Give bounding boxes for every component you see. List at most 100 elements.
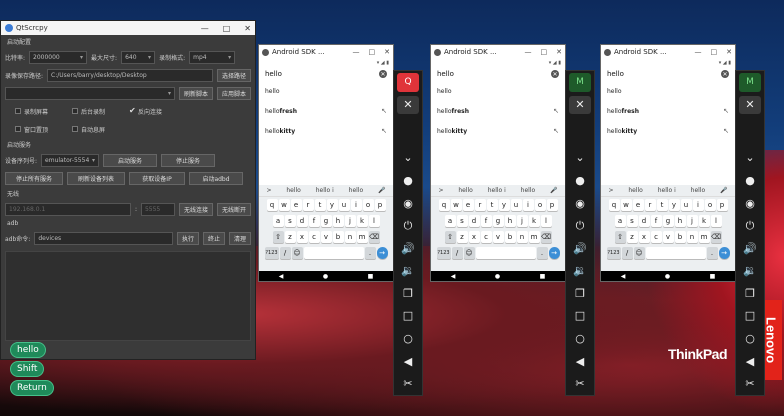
arrow-icon[interactable]: ↖ <box>381 107 387 115</box>
key[interactable]: b <box>674 231 686 243</box>
key[interactable]: g <box>320 215 332 227</box>
key[interactable]: b <box>332 231 344 243</box>
key[interactable]: c <box>308 231 320 243</box>
key[interactable]: n <box>686 231 698 243</box>
emoji-icon[interactable]: ☺ <box>291 247 303 259</box>
key[interactable]: v <box>492 231 504 243</box>
key[interactable]: r <box>474 199 486 211</box>
search-row[interactable]: hello ✕ <box>601 67 735 81</box>
key[interactable]: ⌫ <box>368 231 380 243</box>
collapse-icon[interactable]: ⌄ <box>397 149 419 168</box>
home-icon[interactable]: ○ <box>397 329 419 348</box>
key[interactable]: l <box>368 215 380 227</box>
key[interactable]: j <box>516 215 528 227</box>
apply-script-button[interactable]: 应用脚本 <box>216 86 251 100</box>
kb-suggest-item[interactable]: hello <box>349 187 364 194</box>
key[interactable]: x <box>638 231 650 243</box>
phone-minimize-button[interactable]: — <box>525 48 532 56</box>
screenshot-icon[interactable]: ✂ <box>397 374 419 393</box>
key[interactable]: e <box>632 199 644 211</box>
phone-maximize-button[interactable]: □ <box>369 48 376 56</box>
nav-recent-icon[interactable]: ■ <box>540 273 546 280</box>
kb-suggest-item[interactable]: hello <box>458 187 473 194</box>
reverse-connect-checkbox[interactable]: ✔ 反向连接 <box>129 107 162 116</box>
key[interactable]: c <box>480 231 492 243</box>
refresh-devices-button[interactable]: 刷新设备列表 <box>67 171 125 185</box>
volume-down-icon[interactable]: 🔉 <box>397 261 419 280</box>
auto-off-checkbox[interactable]: 自动息屏 <box>72 125 105 134</box>
key[interactable]: ⇧ <box>614 231 626 243</box>
key-enter[interactable]: → <box>548 247 560 259</box>
arrow-icon[interactable]: ↖ <box>381 127 387 135</box>
emoji-icon[interactable]: ☺ <box>633 247 645 259</box>
screen-off-icon[interactable]: ◉ <box>397 194 419 213</box>
key[interactable]: ⇧ <box>272 231 284 243</box>
key-symbols[interactable]: ?123 <box>264 247 279 259</box>
suggestion-item[interactable]: hello↖ <box>431 81 565 101</box>
key[interactable]: v <box>320 231 332 243</box>
phone-close-button[interactable]: ✕ <box>726 48 732 56</box>
collapse-icon[interactable]: ⌄ <box>739 149 761 168</box>
arrow-icon[interactable]: ↖ <box>723 127 729 135</box>
key[interactable]: ⌫ <box>540 231 552 243</box>
key-dot[interactable]: . <box>706 247 718 259</box>
key[interactable]: a <box>614 215 626 227</box>
arrow-icon[interactable]: ↖ <box>553 107 559 115</box>
maximize-button[interactable]: □ <box>223 24 231 33</box>
key[interactable]: a <box>272 215 284 227</box>
menu-icon[interactable]: □ <box>569 307 591 326</box>
key[interactable]: s <box>456 215 468 227</box>
key[interactable]: t <box>656 199 668 211</box>
kb-suggest-item[interactable]: hello i <box>488 187 506 194</box>
fullscreen-icon[interactable]: ✕ <box>397 95 419 115</box>
key[interactable]: r <box>644 199 656 211</box>
savepath-input[interactable]: C:/Users/barry/desktop/Desktop <box>47 68 213 82</box>
get-ip-button[interactable]: 获取设备IP <box>129 171 185 185</box>
kb-suggest-item[interactable]: hello i <box>658 187 676 194</box>
key[interactable]: k <box>698 215 710 227</box>
key[interactable]: j <box>344 215 356 227</box>
search-input[interactable]: hello <box>607 70 624 78</box>
key[interactable]: s <box>284 215 296 227</box>
screenshot-icon[interactable]: ✂ <box>739 374 761 393</box>
key[interactable]: t <box>486 199 498 211</box>
clear-icon[interactable]: ✕ <box>379 70 387 78</box>
key-space[interactable] <box>645 247 706 259</box>
power-icon[interactable]: ⏻ <box>569 216 591 235</box>
suggestion-item[interactable]: hello fresh ↖ <box>431 101 565 121</box>
key[interactable]: i <box>522 199 534 211</box>
mic-icon[interactable]: 🎤 <box>550 187 557 194</box>
search-row[interactable]: hello ✕ <box>431 67 565 81</box>
suggestion-item[interactable]: hello fresh ↖ <box>259 101 393 121</box>
screen-off-icon[interactable]: ◉ <box>569 194 591 213</box>
nav-back-icon[interactable]: ◀ <box>451 273 456 280</box>
kb-suggest-item[interactable]: hello <box>521 187 536 194</box>
key[interactable]: p <box>374 199 386 211</box>
stop-service-button[interactable]: 停止服务 <box>161 153 216 167</box>
kb-expand-icon[interactable]: > <box>438 187 443 194</box>
mic-icon[interactable]: 🎤 <box>720 187 727 194</box>
key[interactable]: y <box>326 199 338 211</box>
menu-icon[interactable]: □ <box>397 307 419 326</box>
volume-up-icon[interactable]: 🔊 <box>397 239 419 258</box>
phone-maximize-button[interactable]: □ <box>541 48 548 56</box>
key[interactable]: w <box>620 199 632 211</box>
volume-up-icon[interactable]: 🔊 <box>739 239 761 258</box>
key[interactable]: d <box>638 215 650 227</box>
bitrate-select[interactable]: 2000000 <box>29 50 88 64</box>
key[interactable]: n <box>344 231 356 243</box>
key-space[interactable] <box>475 247 536 259</box>
keymap-return-button[interactable]: Return <box>10 380 54 396</box>
key[interactable]: b <box>504 231 516 243</box>
toolbar-logo-icon[interactable]: M <box>569 73 591 92</box>
phone-close-button[interactable]: ✕ <box>556 48 562 56</box>
volume-down-icon[interactable]: 🔉 <box>739 261 761 280</box>
key-slash[interactable]: / <box>621 247 633 259</box>
adb-clear-button[interactable]: 清理 <box>228 231 251 245</box>
key[interactable]: r <box>302 199 314 211</box>
kb-expand-icon[interactable]: > <box>266 187 271 194</box>
key[interactable]: a <box>444 215 456 227</box>
ip-input[interactable]: 192.168.0.1 <box>5 202 131 216</box>
home-icon[interactable]: ○ <box>739 329 761 348</box>
key[interactable]: h <box>504 215 516 227</box>
